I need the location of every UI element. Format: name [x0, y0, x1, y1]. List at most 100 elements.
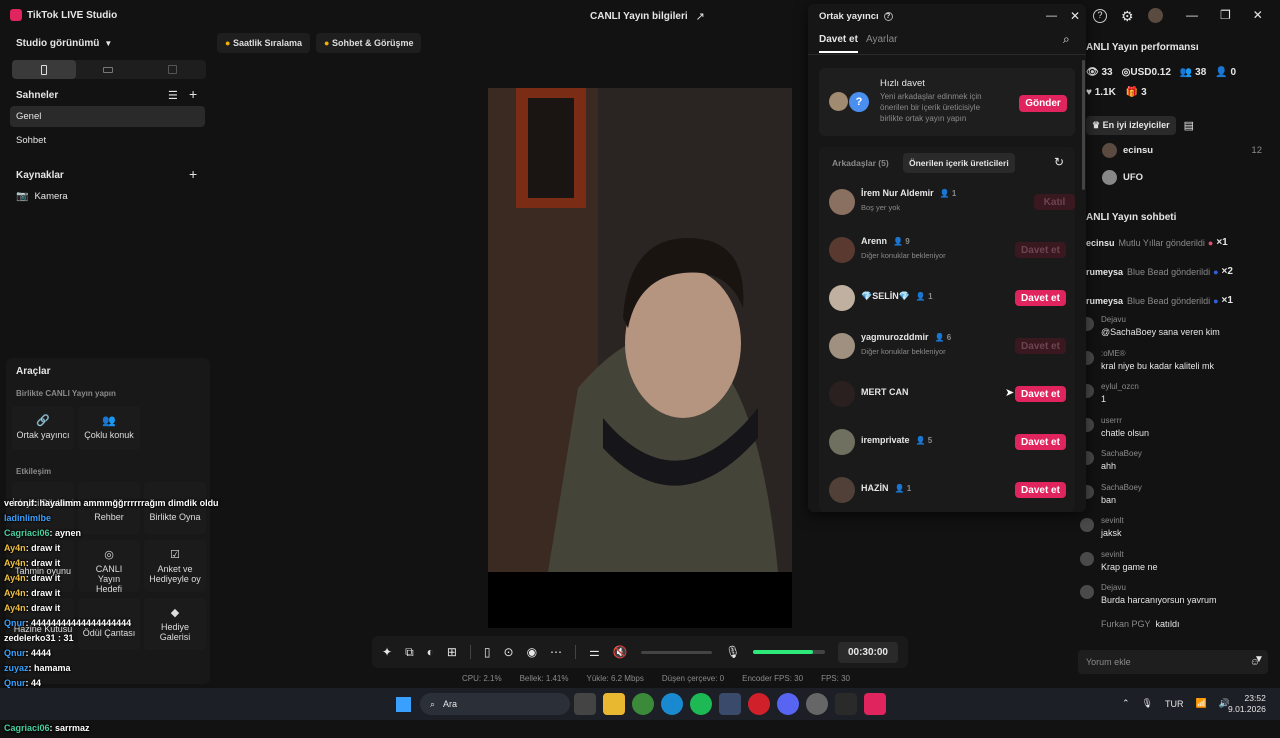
encoder-fps-stat: Encoder FPS: 30 [742, 674, 804, 683]
tiktok-app-icon[interactable] [864, 693, 886, 715]
person-icon: 👤 [893, 236, 906, 246]
wifi-icon[interactable]: 📶 [1195, 698, 1206, 709]
record-icon[interactable]: ⊙ [504, 645, 514, 659]
chevron-up-icon[interactable]: ⌃ [1122, 698, 1130, 709]
invite-button[interactable]: Davet et [1015, 290, 1066, 306]
studio-view-dropdown[interactable]: Studio görünümü ▼ [16, 38, 112, 49]
cohost-user-row: iremprivate 👤 5 Davet et [819, 425, 1075, 461]
info-icon[interactable]: ? [883, 12, 893, 21]
overlay-chat-text: : draw it [25, 558, 61, 568]
tools-title: Araçlar [16, 366, 51, 377]
scene-item-sohbet[interactable]: Sohbet [16, 135, 46, 146]
magic-icon[interactable]: ✦ [382, 645, 392, 659]
chat-text: ban [1101, 494, 1117, 505]
list-icon[interactable]: ☰ [168, 89, 178, 102]
avatar [829, 333, 855, 359]
minimize-icon[interactable]: — [1046, 10, 1057, 22]
source-item-kamera[interactable]: 📷 Kamera [16, 191, 68, 202]
filter-icon[interactable]: ◐ [427, 645, 434, 659]
scene-item-genel[interactable]: Genel [10, 106, 205, 127]
multi-layout-button[interactable] [140, 60, 204, 79]
speaker-muted-icon[interactable]: 🔇 [613, 645, 628, 659]
list-icon[interactable]: ▤ [1184, 119, 1194, 132]
live-timer: 00:30:00 [837, 641, 898, 663]
close-icon[interactable]: ✕ [1070, 9, 1080, 23]
tool-cohost[interactable]: 🔗 Ortak yayıncı [12, 406, 74, 450]
edge-icon[interactable] [661, 693, 683, 715]
invite-button[interactable]: Davet et [1015, 434, 1066, 450]
top-viewer-row[interactable]: ecinsu 12 [1102, 143, 1262, 158]
help-icon[interactable]: ? [1093, 8, 1107, 23]
tab-settings[interactable]: Ayarlar [866, 34, 898, 45]
comment-input[interactable]: Yorum ekle ☺ [1078, 650, 1268, 674]
add-scene-icon[interactable]: + [189, 86, 197, 102]
opera-icon[interactable] [748, 693, 770, 715]
discord-icon[interactable] [777, 693, 799, 715]
mic-level-fill [753, 650, 814, 654]
chrome-icon[interactable] [632, 693, 654, 715]
chat-text: 1 [1101, 394, 1107, 404]
terminal-icon[interactable] [835, 693, 857, 715]
speaker-volume-slider[interactable] [640, 650, 713, 654]
layers-icon [167, 65, 177, 74]
scrollbar[interactable] [1082, 60, 1085, 190]
language-indicator[interactable]: TUR [1165, 699, 1184, 709]
viewer-name: ecinsu [1123, 145, 1154, 156]
app-brand: TikTok LIVE Studio [10, 9, 117, 21]
minimize-icon[interactable]: — [1186, 8, 1198, 22]
filter-friends[interactable]: Arkadaşlar (5) [832, 158, 889, 168]
avatar[interactable] [1147, 8, 1163, 23]
add-source-icon[interactable]: + [189, 166, 197, 182]
chat-user: rumeysa [1086, 266, 1124, 277]
chip-label: Saatlik Sıralama [232, 38, 302, 48]
viewer-name: UFO [1123, 172, 1144, 183]
avatar [1080, 585, 1094, 599]
add-media-icon[interactable]: ⊞ [447, 645, 457, 659]
chat-text: @SachaBoey sana veren kim [1101, 327, 1220, 337]
phone-icon[interactable]: ▯ [484, 645, 491, 659]
tab-invite[interactable]: Davet et [819, 34, 858, 53]
refresh-icon[interactable]: ↻ [1054, 155, 1064, 169]
effects-icon[interactable]: ⧉ [405, 645, 414, 660]
landscape-layout-button[interactable] [76, 60, 140, 79]
tool-multiguest[interactable]: 👥 Çoklu konuk [78, 406, 140, 450]
cohost-user-row: yagmurozddmir 👤 6 Diğer konuklar bekleniyo… [819, 329, 1075, 365]
microphone-icon[interactable]: 🎙 [1142, 698, 1153, 709]
steam-icon[interactable] [719, 693, 741, 715]
gear-icon[interactable]: ⚙ [1121, 9, 1134, 23]
gift-icon: ● [1213, 295, 1219, 306]
invite-button[interactable]: Davet et [1015, 242, 1066, 258]
taskbar-search[interactable]: ⌕ Ara [420, 693, 570, 715]
send-invite-button[interactable]: Gönder [1019, 95, 1067, 112]
app-icon[interactable] [806, 693, 828, 715]
live-info[interactable]: CANLI Yayın bilgileri ↗ [590, 10, 705, 23]
windows-start-icon[interactable] [396, 697, 411, 712]
invite-button[interactable]: Davet et [1015, 338, 1066, 354]
mic-volume-slider[interactable] [753, 650, 825, 654]
join-button[interactable]: Katıl [1034, 194, 1075, 210]
portrait-layout-button[interactable] [12, 60, 76, 79]
more-icon[interactable]: ⋯ [550, 645, 562, 659]
maximize-icon[interactable]: ❐ [1220, 8, 1231, 22]
perf-title: ANLI Yayın performansı [1086, 42, 1199, 53]
camera-switch-icon[interactable]: ◉ [527, 645, 537, 659]
chip-chat-meeting[interactable]: ● Sohbet & Görüşme [316, 33, 422, 53]
spotify-icon[interactable] [690, 693, 712, 715]
invite-button[interactable]: Davet et [1015, 386, 1066, 402]
chip-hourly-ranking[interactable]: ● Saatlik Sıralama [217, 33, 310, 53]
folder-icon[interactable] [603, 693, 625, 715]
gift-message: ecinsu Mutlu Yıllar gönderildi ● ×1 [1086, 228, 1276, 257]
close-icon[interactable]: ✕ [1253, 8, 1263, 22]
user-name: İrem Nur Aldemir [861, 188, 934, 198]
settings-sliders-icon[interactable]: ⚌ [589, 645, 600, 659]
clock[interactable]: 23:52 9.01.2026 [1228, 693, 1266, 715]
microphone-icon[interactable]: 🎙 [725, 645, 740, 659]
search-icon[interactable]: ⌕ [1063, 32, 1070, 47]
chat-user: rumeysa [1086, 295, 1124, 306]
top-viewers-chip[interactable]: ♛ En iyi izleyiciler [1086, 116, 1176, 135]
invite-button[interactable]: Davet et [1015, 482, 1066, 498]
filter-suggested[interactable]: Önerilen içerik üreticileri [903, 153, 1015, 173]
taskview-icon[interactable] [574, 693, 596, 715]
send-icon[interactable]: ▼ [1254, 654, 1264, 665]
top-viewer-row[interactable]: UFO [1102, 170, 1143, 185]
